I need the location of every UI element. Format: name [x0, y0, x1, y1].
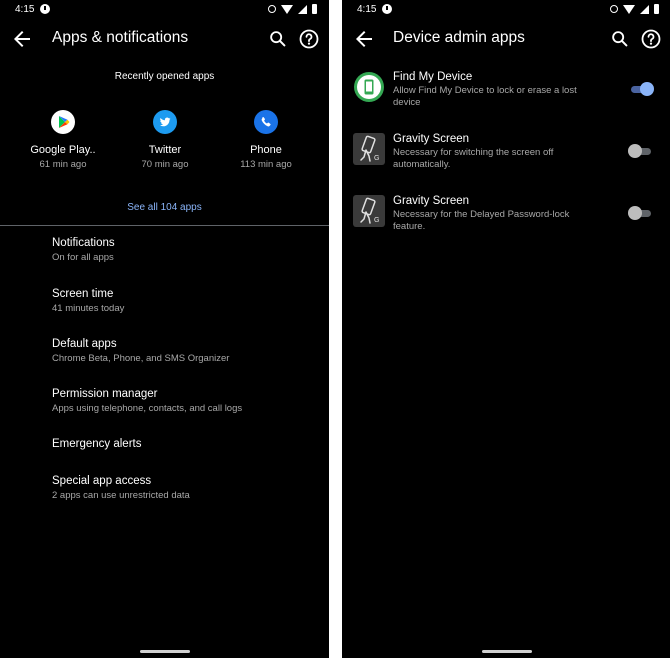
divider — [0, 225, 329, 226]
admin-app-name: Gravity Screen — [393, 133, 470, 145]
app-bar: Device admin apps — [342, 22, 670, 56]
apps-notifications-screen: 4:15 Apps & notifications Recently opene… — [0, 0, 329, 658]
google-play-icon — [51, 110, 75, 134]
alarm-icon — [268, 5, 276, 13]
setting-subtitle: Apps using telephone, contacts, and call… — [52, 403, 243, 414]
wifi-icon — [281, 4, 293, 14]
find-my-device-toggle[interactable] — [629, 82, 654, 96]
recent-app-twitter[interactable]: Twitter 70 min ago — [115, 110, 215, 170]
svg-text:G: G — [374, 155, 379, 162]
back-button[interactable] — [352, 27, 376, 51]
setting-title: Special app access — [52, 475, 152, 487]
notification-alert-icon — [382, 4, 392, 14]
search-button[interactable] — [267, 28, 289, 50]
setting-notifications[interactable]: Notifications On for all apps — [0, 237, 329, 281]
see-all-apps-link[interactable]: See all 104 apps — [0, 202, 329, 213]
app-bar: Apps & notifications — [0, 22, 329, 56]
help-button[interactable] — [639, 27, 663, 51]
setting-permission-manager[interactable]: Permission manager Apps using telephone,… — [0, 388, 329, 432]
svg-text:G: G — [374, 217, 379, 224]
setting-title: Default apps — [52, 338, 117, 350]
admin-app-name: Gravity Screen — [393, 195, 470, 207]
gravity-screen-off-toggle[interactable] — [628, 144, 653, 158]
setting-subtitle: On for all apps — [52, 252, 114, 263]
search-button[interactable] — [609, 28, 631, 50]
admin-app-description: Necessary for the Delayed Password-lock … — [393, 209, 570, 232]
setting-default-apps[interactable]: Default apps Chrome Beta, Phone, and SMS… — [0, 338, 329, 382]
setting-subtitle: Chrome Beta, Phone, and SMS Organizer — [52, 353, 230, 364]
status-time: 4:15 — [357, 4, 377, 15]
help-icon — [641, 29, 661, 49]
signal-icon — [298, 4, 307, 14]
arrow-back-icon — [356, 31, 372, 47]
gesture-nav-handle[interactable] — [139, 650, 190, 653]
alarm-icon — [610, 5, 618, 13]
setting-title: Screen time — [52, 288, 114, 300]
recent-app-phone[interactable]: Phone 113 min ago — [216, 110, 316, 170]
battery-icon — [654, 4, 659, 14]
setting-subtitle: 41 minutes today — [52, 303, 125, 314]
setting-title: Emergency alerts — [52, 438, 142, 450]
admin-app-find-my-device[interactable]: Find My Device Allow Find My Device to l… — [342, 71, 670, 127]
recent-app-time: 113 min ago — [240, 159, 292, 170]
wifi-icon — [623, 4, 635, 14]
gravity-screen-lock-toggle[interactable] — [628, 206, 653, 220]
signal-icon — [640, 4, 649, 14]
gravity-screen-icon: G — [353, 133, 385, 165]
admin-app-gravity-screen[interactable]: G Gravity Screen Necessary for switching… — [342, 133, 670, 189]
twitter-icon — [153, 110, 177, 134]
arrow-back-icon — [14, 31, 30, 47]
recent-app-name: Google Play.. — [30, 144, 96, 156]
admin-app-gravity-screen[interactable]: G Gravity Screen Necessary for the Delay… — [342, 195, 670, 251]
recent-app-name: Phone — [250, 144, 282, 156]
setting-special-app-access[interactable]: Special app access 2 apps can use unrest… — [0, 475, 329, 519]
notification-alert-icon — [40, 4, 50, 14]
battery-icon — [312, 4, 317, 14]
recent-app-time: 61 min ago — [39, 159, 87, 170]
help-icon — [299, 29, 319, 49]
status-bar: 4:15 — [0, 0, 329, 20]
setting-screen-time[interactable]: Screen time 41 minutes today — [0, 288, 329, 332]
status-bar: 4:15 — [342, 0, 670, 20]
setting-subtitle: 2 apps can use unrestricted data — [52, 490, 190, 501]
status-time: 4:15 — [15, 4, 35, 15]
find-my-device-icon — [353, 71, 385, 103]
recent-apps-heading: Recently opened apps — [114, 71, 215, 82]
admin-app-description: Allow Find My Device to lock or erase a … — [393, 85, 577, 108]
device-admin-apps-screen: 4:15 Device admin apps Find My Device Al… — [342, 0, 670, 658]
admin-app-description: Necessary for switching the screen off a… — [393, 147, 554, 170]
search-icon — [612, 31, 628, 47]
search-icon — [270, 31, 286, 47]
recent-app-time: 70 min ago — [141, 159, 189, 170]
back-button[interactable] — [10, 27, 34, 51]
phone-icon — [254, 110, 278, 134]
setting-title: Notifications — [52, 237, 115, 249]
page-title: Apps & notifications — [52, 29, 189, 46]
recent-app-google-play[interactable]: Google Play.. 61 min ago — [13, 110, 113, 170]
page-title: Device admin apps — [393, 29, 525, 46]
recent-app-name: Twitter — [148, 144, 182, 156]
help-button[interactable] — [297, 27, 321, 51]
gesture-nav-handle[interactable] — [481, 650, 532, 653]
gravity-screen-icon: G — [353, 195, 385, 227]
admin-app-name: Find My Device — [393, 71, 473, 83]
setting-title: Permission manager — [52, 388, 158, 400]
